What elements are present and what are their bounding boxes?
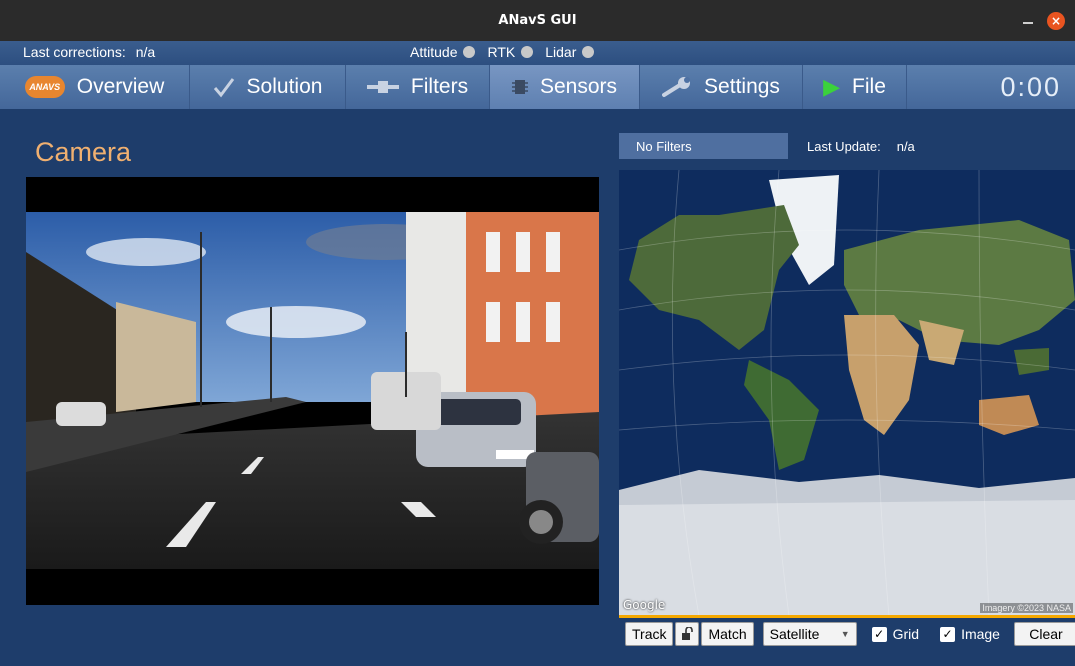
corrections-status: Last corrections: n/a bbox=[23, 44, 155, 60]
checkbox-checked-icon: ✓ bbox=[940, 626, 956, 642]
tab-label: Overview bbox=[76, 75, 165, 98]
grid-checkbox[interactable]: ✓ Grid bbox=[871, 626, 920, 642]
tab-label: Filters bbox=[410, 75, 469, 98]
indicator-label: Attitude bbox=[410, 44, 458, 60]
image-label: Image bbox=[961, 626, 1000, 642]
status-dot-icon bbox=[582, 46, 595, 58]
image-checkbox[interactable]: ✓ Image bbox=[940, 626, 1000, 642]
close-icon[interactable]: × bbox=[1047, 12, 1065, 30]
camera-image bbox=[26, 212, 599, 569]
title-bar: ANavS GUI × bbox=[0, 0, 1075, 41]
indicator-rtk: RTK bbox=[487, 44, 534, 60]
filters-selector[interactable]: No Filters bbox=[619, 133, 788, 159]
tab-label: File bbox=[852, 75, 886, 98]
minimize-icon[interactable] bbox=[1023, 22, 1033, 24]
wrench-icon bbox=[662, 76, 692, 98]
satellite-map[interactable]: Google Imagery ©2023 NASA bbox=[619, 170, 1075, 616]
indicator-attitude: Attitude bbox=[410, 44, 476, 60]
map-credit: Imagery ©2023 NASA bbox=[980, 603, 1073, 613]
window-controls: × bbox=[1023, 12, 1065, 30]
camera-title: Camera bbox=[35, 137, 132, 167]
match-button[interactable]: Match bbox=[701, 622, 754, 646]
sensor-indicators: Attitude RTK Lidar bbox=[410, 44, 595, 60]
chip-icon bbox=[511, 78, 528, 96]
elapsed-timer: 0:00 bbox=[1000, 71, 1061, 102]
play-icon: ▶ bbox=[823, 74, 841, 99]
map-progress-bar bbox=[619, 615, 1075, 618]
clear-button[interactable]: Clear bbox=[1013, 622, 1075, 646]
indicator-label: Lidar bbox=[545, 44, 577, 60]
grid-label: Grid bbox=[892, 626, 920, 642]
map-type-value: Satellite bbox=[769, 626, 820, 642]
status-dot-icon bbox=[521, 46, 534, 58]
map-controls: Track Match Satellite ▼ ✓ Grid ✓ Image C… bbox=[619, 620, 1075, 648]
corrections-value: n/a bbox=[135, 44, 156, 60]
checkbox-checked-icon: ✓ bbox=[871, 626, 887, 642]
corrections-label: Last corrections: bbox=[23, 44, 126, 60]
anavs-logo-icon: ANAVS bbox=[24, 76, 65, 98]
world-map-image bbox=[619, 170, 1075, 616]
main-nav: ANAVS Overview Solution Filters Sensors … bbox=[0, 65, 1075, 109]
tab-label: Sensors bbox=[539, 75, 618, 98]
tab-label: Solution bbox=[246, 75, 323, 98]
tab-settings[interactable]: Settings bbox=[640, 65, 803, 109]
status-bar: Last corrections: n/a Attitude RTK Lidar bbox=[0, 41, 1075, 65]
chevron-down-icon: ▼ bbox=[840, 629, 850, 639]
camera-view bbox=[26, 177, 599, 605]
map-type-select[interactable]: Satellite ▼ bbox=[762, 622, 857, 646]
last-update: Last Update: n/a bbox=[807, 139, 915, 154]
last-update-label: Last Update: bbox=[807, 139, 881, 154]
tab-sensors[interactable]: Sensors bbox=[490, 65, 640, 109]
checkmark-icon bbox=[213, 76, 235, 98]
filter-icon bbox=[366, 79, 399, 95]
window-title: ANavS GUI bbox=[498, 13, 577, 28]
track-button[interactable]: Track bbox=[625, 622, 674, 646]
indicator-label: RTK bbox=[487, 44, 516, 60]
tab-solution[interactable]: Solution bbox=[190, 65, 346, 109]
indicator-lidar: Lidar bbox=[545, 44, 595, 60]
status-dot-icon bbox=[463, 46, 476, 58]
google-logo: Google bbox=[623, 598, 666, 612]
tab-file[interactable]: ▶ File bbox=[803, 65, 907, 109]
lock-icon[interactable] bbox=[675, 622, 700, 646]
tab-label: Settings bbox=[704, 75, 780, 98]
last-update-value: n/a bbox=[896, 139, 915, 154]
tab-filters[interactable]: Filters bbox=[346, 65, 490, 109]
tab-overview[interactable]: ANAVS Overview bbox=[0, 65, 190, 109]
